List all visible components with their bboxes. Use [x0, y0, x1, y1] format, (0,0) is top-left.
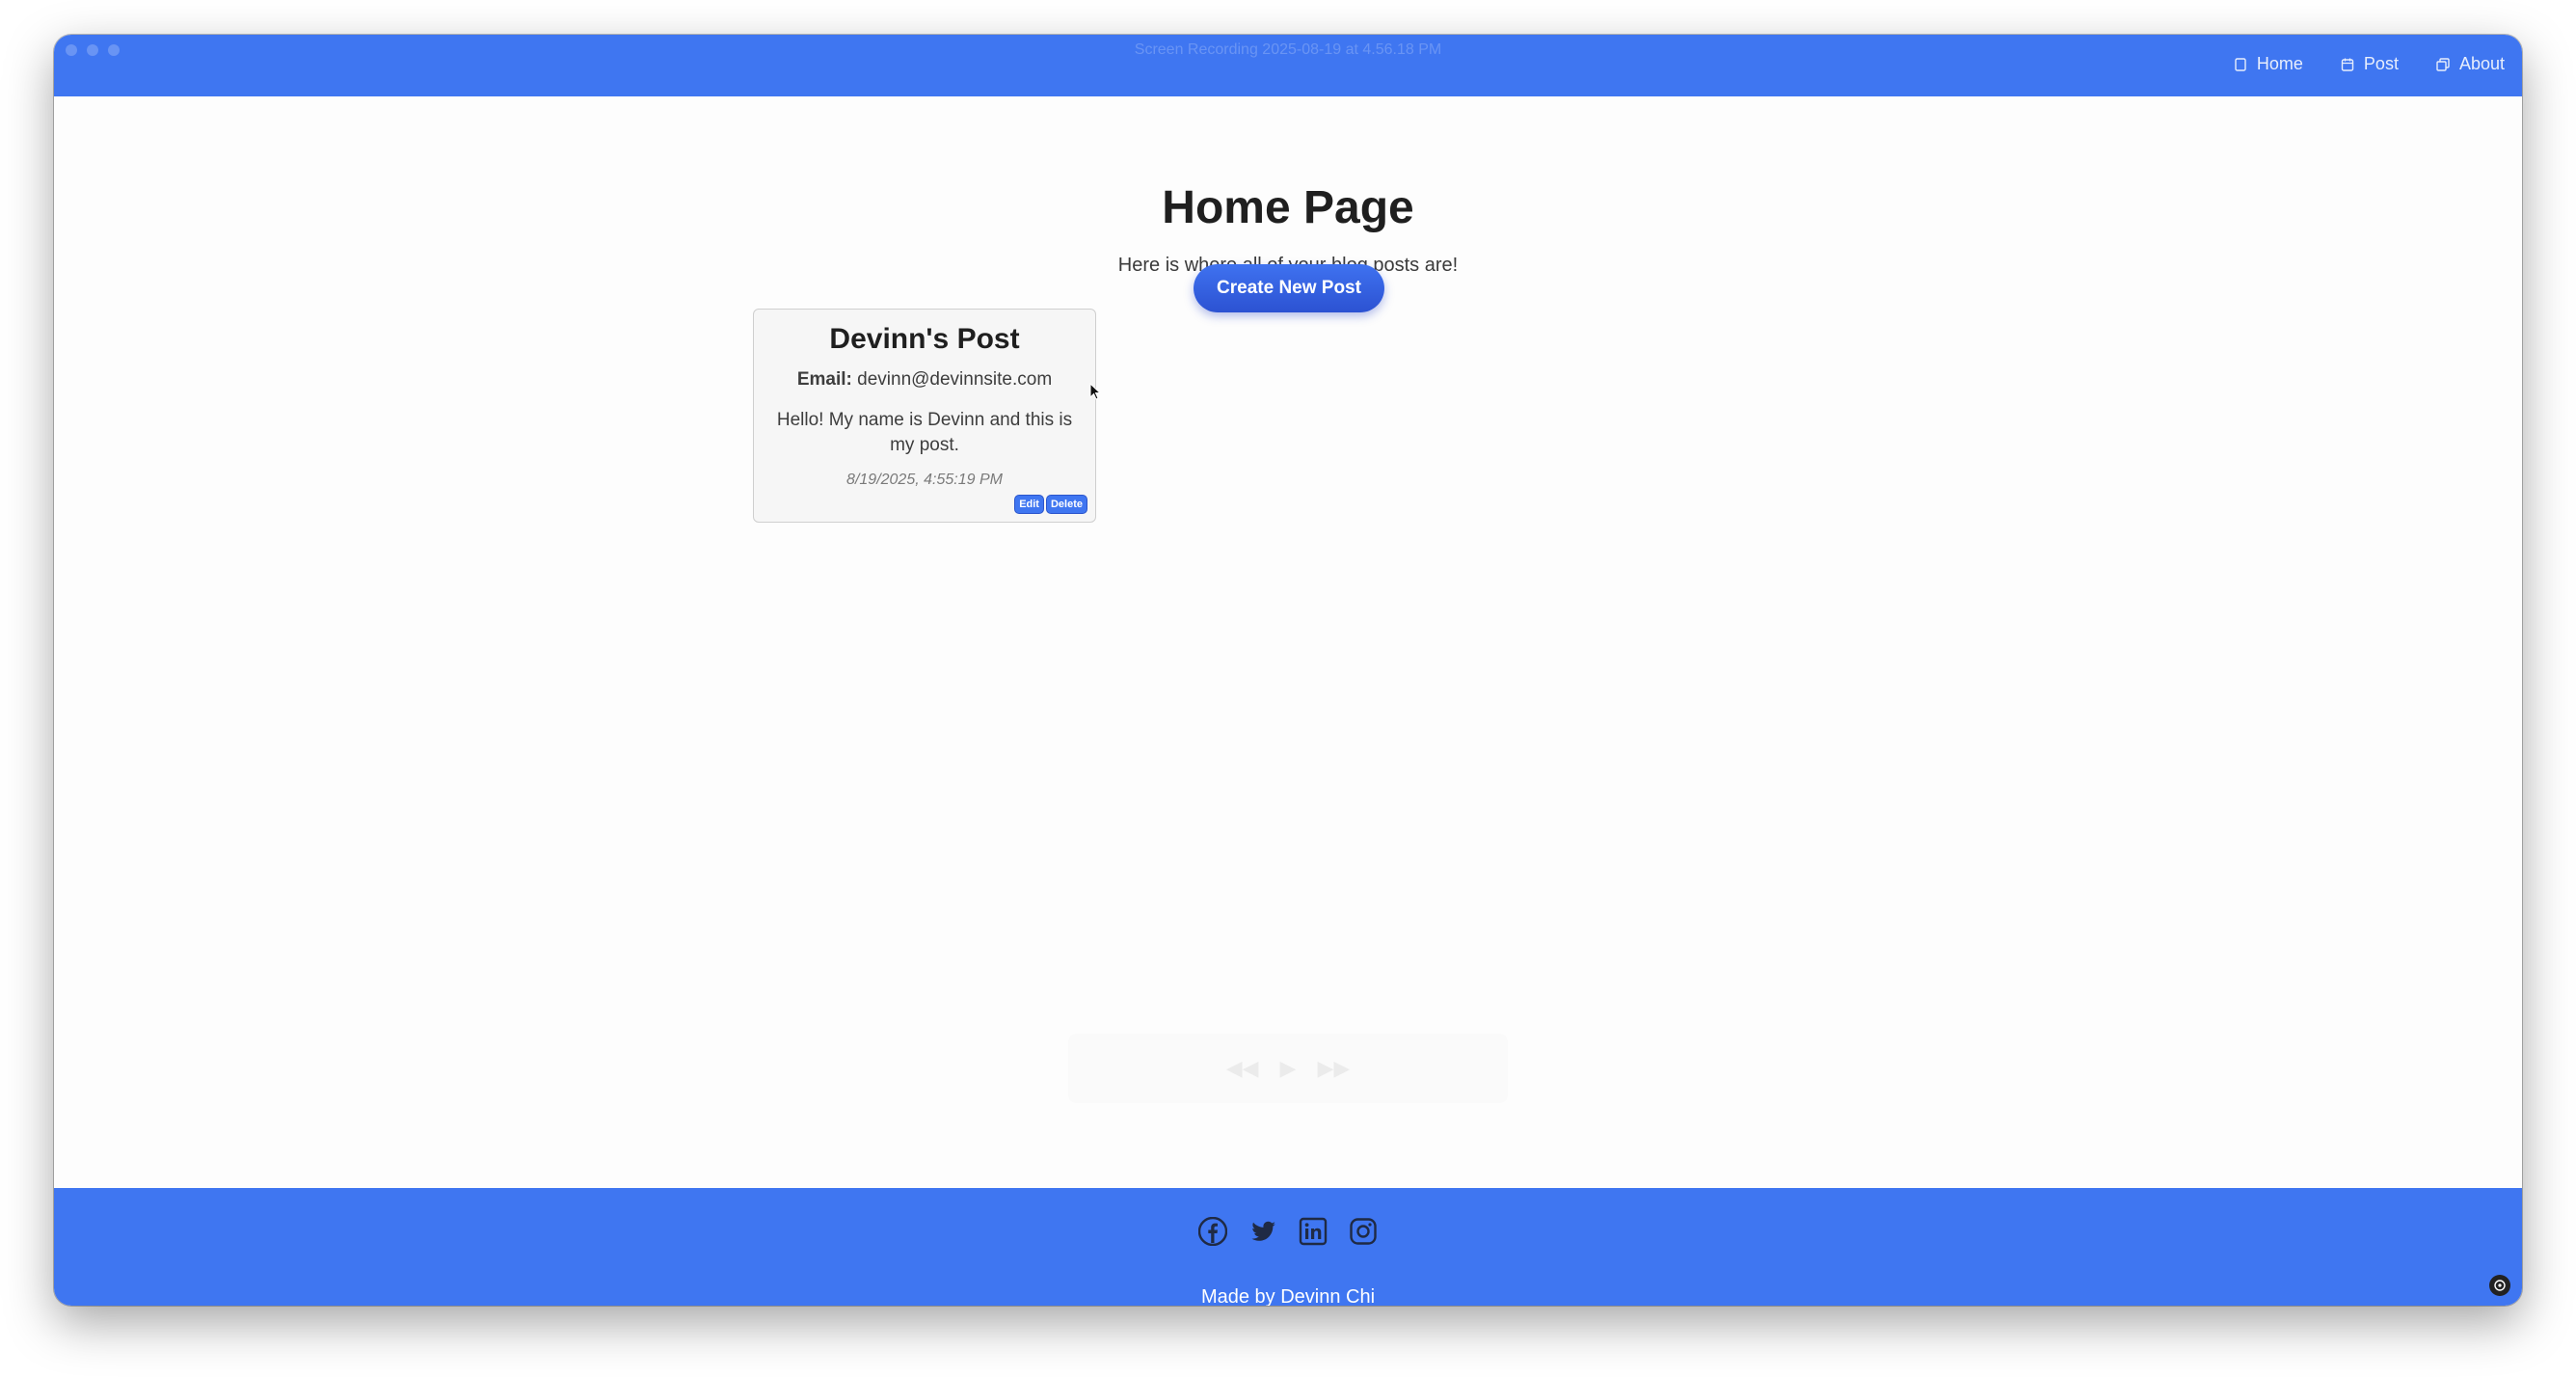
facebook-icon [1198, 1217, 1227, 1246]
main-content: Home Page Here is where all of your blog… [54, 96, 2522, 1188]
post-card: Devinn's Post Email: devinn@devinnsite.c… [753, 309, 1096, 523]
post-title: Devinn's Post [829, 323, 1020, 355]
page-icon [2235, 57, 2246, 71]
footer: Made by Devinn Chi [54, 1188, 2522, 1306]
social-links [54, 1217, 2522, 1246]
create-new-post-button[interactable]: Create New Post [1194, 264, 1384, 312]
post-date: 8/19/2025, 4:55:19 PM [846, 472, 1003, 488]
mouse-cursor-icon [1089, 383, 1101, 400]
instagram-link[interactable] [1349, 1217, 1378, 1246]
post-email: devinn@devinnsite.com [857, 369, 1053, 390]
edit-post-button[interactable]: Edit [1015, 496, 1043, 513]
page-title: Home Page [1162, 182, 1414, 233]
delete-post-button[interactable]: Delete [1046, 496, 1087, 513]
rewind-icon: ◀◀ [1225, 1056, 1259, 1080]
window-title: Screen Recording 2025-08-19 at 4.56.18 P… [1134, 41, 1442, 58]
nav-item-about[interactable]: About [2435, 54, 2505, 74]
play-icon: ▶ [1279, 1056, 1297, 1080]
footer-credit: Made by Devinn Chi [1200, 1286, 1376, 1306]
copy-icon [2436, 57, 2450, 71]
post-actions: Edit Delete [1015, 496, 1087, 513]
linkedin-icon [1299, 1217, 1328, 1246]
post-body: Hello! My name is Devinn and this is my … [776, 410, 1073, 455]
browser-window: Screen Recording 2025-08-19 at 4.56.18 P… [54, 35, 2522, 1306]
facebook-link[interactable] [1198, 1217, 1227, 1246]
nav-item-home[interactable]: Home [2233, 54, 2303, 74]
top-navbar: Screen Recording 2025-08-19 at 4.56.18 P… [54, 35, 2522, 96]
accessibility-icon[interactable] [2489, 1275, 2510, 1296]
linkedin-link[interactable] [1299, 1217, 1328, 1246]
nav-label-post: Post [2363, 54, 2399, 73]
forward-icon: ▶▶ [1317, 1056, 1351, 1080]
media-controls-overlay: ◀◀ ▶ ▶▶ [1068, 1034, 1508, 1103]
nav-links: Home Post About [2233, 54, 2505, 74]
nav-label-about: About [2458, 54, 2505, 73]
nav-item-post[interactable]: Post [2340, 54, 2399, 74]
twitter-icon [1251, 1221, 1275, 1241]
post-email-label: Email: [796, 369, 852, 390]
post-email-row: Email: devinn@devinnsite.com [754, 369, 1095, 391]
calendar-icon [2341, 58, 2354, 71]
nav-label-home: Home [2256, 54, 2303, 73]
twitter-link[interactable] [1248, 1217, 1277, 1246]
instagram-icon [1350, 1218, 1377, 1245]
